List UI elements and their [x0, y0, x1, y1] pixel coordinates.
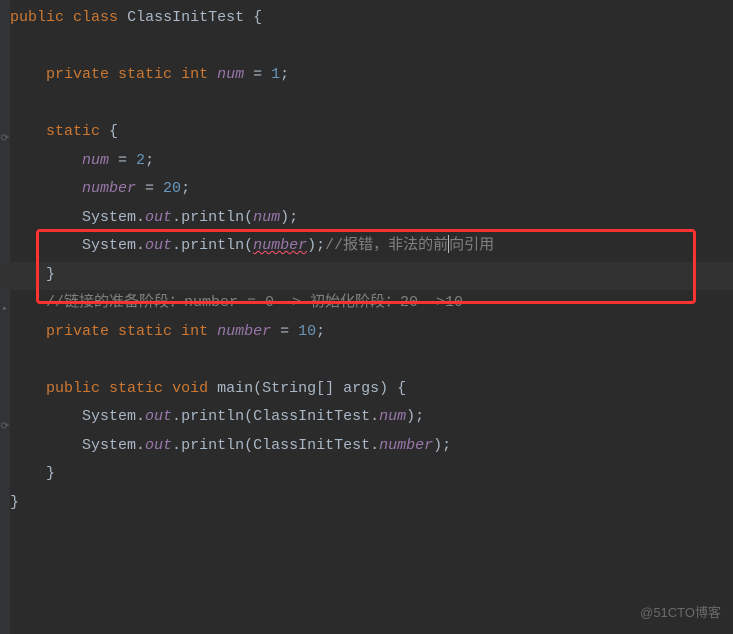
operator: = [244, 66, 271, 83]
keyword: static [109, 380, 163, 397]
class-ref: System. [82, 209, 145, 226]
operator: = [109, 152, 136, 169]
field: out [145, 408, 172, 425]
semicolon: ; [181, 180, 190, 197]
code-line[interactable]: public class ClassInitTest { [10, 4, 733, 33]
keyword: class [73, 9, 118, 26]
code-line[interactable]: System.out.println(num); [10, 204, 733, 233]
close-paren: ); [406, 408, 424, 425]
code-line-empty[interactable] [10, 33, 733, 62]
keyword: private [46, 323, 109, 340]
brace: { [100, 123, 118, 140]
dot: . [172, 437, 181, 454]
open-paren: ( [253, 380, 262, 397]
code-line[interactable]: private static int num = 1; [10, 61, 733, 90]
field: number [217, 323, 271, 340]
keyword: void [172, 380, 208, 397]
keyword: int [181, 323, 208, 340]
field: number [82, 180, 136, 197]
code-line[interactable]: public static void main(String[] args) { [10, 375, 733, 404]
code-line[interactable]: System.out.println(ClassInitTest.num); [10, 403, 733, 432]
code-line[interactable]: static { [10, 118, 733, 147]
code-line[interactable]: private static int number = 10; [10, 318, 733, 347]
keyword: public [10, 9, 64, 26]
code-line[interactable]: num = 2; [10, 147, 733, 176]
code-line-empty[interactable] [10, 346, 733, 375]
field: num [82, 152, 109, 169]
close-paren: ); [280, 209, 298, 226]
text-cursor [448, 235, 449, 253]
class-ref: System. [82, 408, 145, 425]
comment: //链接的准备阶段：number = 0 -> 初始化阶段：20 ->10 [46, 294, 463, 311]
keyword: int [181, 66, 208, 83]
field: num [217, 66, 244, 83]
field: num [253, 209, 280, 226]
brace: } [46, 465, 55, 482]
code-line[interactable]: } [10, 460, 733, 489]
close-paren-brace: ) { [379, 380, 406, 397]
number-literal: 2 [136, 152, 145, 169]
keyword: public [46, 380, 100, 397]
keyword: static [46, 123, 100, 140]
method-call: println(ClassInitTest. [181, 437, 379, 454]
code-line[interactable]: System.out.println(ClassInitTest.number)… [10, 432, 733, 461]
brace: } [10, 494, 19, 511]
method-name: main [217, 380, 253, 397]
error-field: number [253, 237, 307, 254]
class-name: ClassInitTest [127, 9, 244, 26]
code-line-empty[interactable] [10, 90, 733, 119]
number-literal: 1 [271, 66, 280, 83]
class-ref: System. [82, 237, 145, 254]
code-line[interactable]: number = 20; [10, 175, 733, 204]
class-ref: System. [82, 437, 145, 454]
dot: . [172, 408, 181, 425]
keyword: static [118, 66, 172, 83]
method-call: println( [181, 237, 253, 254]
field: out [145, 209, 172, 226]
semicolon: ; [280, 66, 289, 83]
comment: //报错，非法的前 [325, 237, 448, 254]
operator: = [136, 180, 163, 197]
code-line[interactable]: } [10, 489, 733, 518]
code-line[interactable]: //链接的准备阶段：number = 0 -> 初始化阶段：20 ->10 [10, 289, 733, 318]
operator: = [271, 323, 298, 340]
code-line[interactable]: } [10, 261, 733, 290]
semicolon: ; [145, 152, 154, 169]
code-line[interactable]: System.out.println(number);//报错，非法的前向引用 [10, 232, 733, 261]
field: out [145, 437, 172, 454]
semicolon: ; [316, 323, 325, 340]
field: out [145, 237, 172, 254]
watermark: @51CTO博客 [640, 601, 721, 626]
keyword: static [118, 323, 172, 340]
dot: . [172, 209, 181, 226]
field: number [379, 437, 433, 454]
dot: . [172, 237, 181, 254]
parameter: String[] args [262, 380, 379, 397]
number-literal: 10 [298, 323, 316, 340]
number-literal: 20 [163, 180, 181, 197]
field: num [379, 408, 406, 425]
comment: 向引用 [449, 237, 494, 254]
close-paren: ); [307, 237, 325, 254]
method-call: println(ClassInitTest. [181, 408, 379, 425]
keyword: private [46, 66, 109, 83]
brace: } [46, 266, 55, 283]
brace: { [244, 9, 262, 26]
method-call: println( [181, 209, 253, 226]
code-editor[interactable]: public class ClassInitTest { private sta… [0, 0, 733, 517]
close-paren: ); [433, 437, 451, 454]
